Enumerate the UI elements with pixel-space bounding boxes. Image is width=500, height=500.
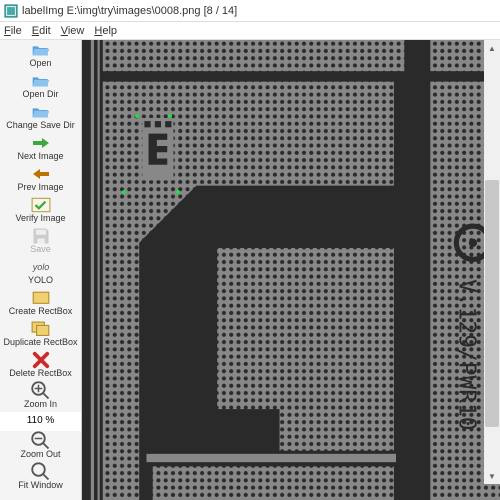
prev-image-button[interactable]: Prev Image	[0, 164, 81, 195]
open-dir-button[interactable]: Open Dir	[0, 71, 81, 102]
pcb-text-upper: V.129/PWR10	[453, 279, 479, 430]
menu-help[interactable]: Help	[94, 25, 117, 37]
folder-dir-icon	[31, 73, 51, 89]
title-bar: labelImg E:\img\try\images\0008.png [8 /…	[0, 0, 500, 22]
rect-create-icon	[31, 290, 51, 306]
change-save-dir-button[interactable]: Change Save Dir	[0, 102, 81, 133]
zoom-out-button[interactable]: Zoom Out	[0, 431, 81, 462]
annotation-handle[interactable]	[135, 114, 139, 118]
zoom-level-display[interactable]: 110 %	[0, 412, 81, 431]
image-canvas[interactable]: V.129/PWR10 V.130-/GND11	[82, 40, 500, 500]
menu-file[interactable]: File	[4, 25, 22, 37]
save-icon	[31, 228, 51, 244]
rect-duplicate-icon	[31, 321, 51, 337]
open-button[interactable]: Open	[0, 40, 81, 71]
window-title: labelImg E:\img\try\images\0008.png [8 /…	[22, 5, 237, 17]
duplicate-rectbox-button[interactable]: Duplicate RectBox	[0, 319, 81, 350]
main-area: Open Open Dir Change Save Dir Next Image…	[0, 40, 500, 500]
folder-save-icon	[31, 104, 51, 120]
menu-view[interactable]: View	[61, 25, 85, 37]
scroll-down-button[interactable]: ▼	[484, 468, 500, 484]
arrow-right-icon	[31, 135, 51, 151]
menu-edit[interactable]: Edit	[32, 25, 51, 37]
scroll-track[interactable]	[484, 56, 500, 468]
save-button: Save	[0, 226, 81, 257]
folder-open-icon	[31, 42, 51, 58]
format-toggle-button[interactable]: yolo YOLO	[0, 257, 81, 288]
svg-text:yolo: yolo	[31, 262, 49, 272]
vertical-scrollbar[interactable]: ▲ ▼	[484, 40, 500, 484]
delete-icon	[31, 352, 51, 368]
scroll-thumb[interactable]	[485, 180, 499, 427]
left-toolbar: Open Open Dir Change Save Dir Next Image…	[0, 40, 82, 500]
annotation-handle[interactable]	[176, 190, 180, 194]
delete-rectbox-button[interactable]: Delete RectBox	[0, 350, 81, 381]
verify-image-button[interactable]: Verify Image	[0, 195, 81, 226]
arrow-left-icon	[31, 166, 51, 182]
menu-bar: File Edit View Help	[0, 22, 500, 40]
zoom-in-button[interactable]: Zoom In	[0, 381, 81, 412]
zoom-out-icon	[31, 433, 51, 449]
fit-window-icon	[31, 464, 51, 480]
scroll-up-button[interactable]: ▲	[484, 40, 500, 56]
zoom-in-icon	[31, 383, 51, 399]
format-icon: yolo	[31, 259, 51, 275]
annotation-handle[interactable]	[168, 114, 172, 118]
annotation-handle[interactable]	[122, 190, 126, 194]
canvas-area[interactable]: V.129/PWR10 V.130-/GND11 ▲ ▼	[82, 40, 500, 500]
next-image-button[interactable]: Next Image	[0, 133, 81, 164]
fit-window-button[interactable]: Fit Window	[0, 462, 81, 493]
create-rectbox-button[interactable]: Create RectBox	[0, 288, 81, 319]
app-icon	[4, 4, 18, 18]
verify-icon	[31, 197, 51, 213]
